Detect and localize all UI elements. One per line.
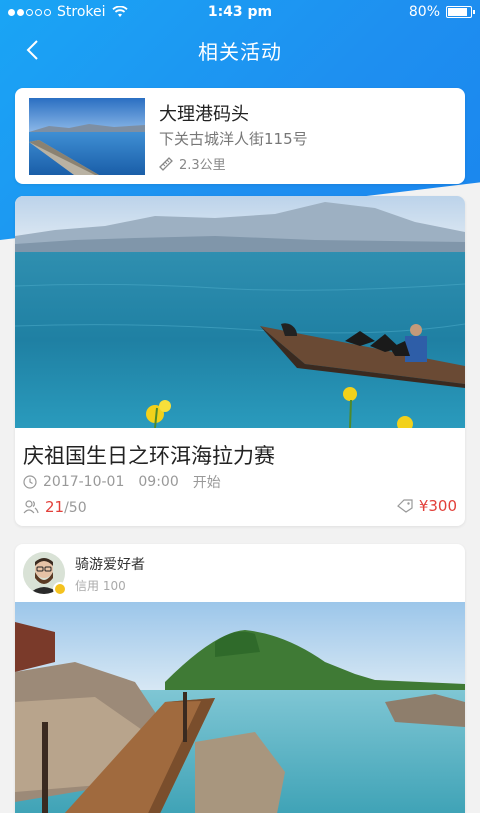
event-clock-time: 09:00 [138,474,179,490]
post-image [15,602,465,813]
event-card[interactable]: 庆祖国生日之环洱海拉力赛 2017-10-01 09:00 开始 21/50 ¥… [15,196,465,526]
place-address: 下关古城洋人街115号 [159,130,308,148]
chevron-left-icon [26,40,38,60]
nav-bar: 相关活动 [0,26,480,74]
wifi-icon [111,6,128,17]
clock-icon [23,475,37,489]
place-name: 大理港码头 [159,104,249,125]
place-distance: 2.3公里 [159,154,226,173]
price-label: ¥300 [418,497,457,515]
ruler-icon [159,156,173,171]
battery-icon [446,6,475,18]
signal-icon [8,8,51,16]
participant-capacity: /50 [64,500,87,516]
post-card[interactable]: 骑游爱好者 信用 100 [15,544,465,813]
battery-fill [448,8,468,16]
battery-percent: 80% [408,4,440,20]
status-bar: Strokei 1:43 pm 80% [0,0,480,24]
user-credit: 信用 100 [75,579,126,593]
event-price: ¥300 [396,497,457,515]
event-image [15,196,465,428]
distance-label: 2.3公里 [179,158,226,173]
carrier-label: Strokei [57,4,106,20]
event-date: 2017-10-01 [43,474,125,490]
event-title: 庆祖国生日之环洱海拉力赛 [23,444,275,468]
page-title: 相关活动 [198,39,282,64]
event-status: 开始 [192,475,221,491]
event-time: 2017-10-01 09:00 开始 [23,472,221,492]
event-participants: 21/50 [23,498,87,516]
place-thumbnail [29,98,145,175]
participant-count: 21 [45,498,65,516]
price-tag-icon [396,499,413,513]
place-card[interactable]: 大理港码头 下关古城洋人街115号 2.3公里 [15,88,465,184]
people-icon [23,500,39,514]
back-button[interactable] [16,34,48,66]
user-name: 骑游爱好者 [75,557,145,573]
verified-badge-icon [53,582,67,596]
